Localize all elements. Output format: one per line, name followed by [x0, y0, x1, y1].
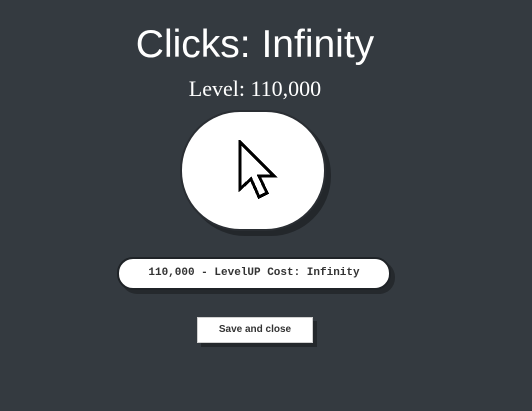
clicks-counter: Clicks: Infinity: [135, 23, 375, 66]
levelup-button[interactable]: 110,000 - LevelUP Cost: Infinity: [117, 257, 391, 290]
save-and-close-button[interactable]: Save and close: [197, 317, 313, 343]
mouse-pointer-icon: [238, 140, 278, 200]
level-display: Level: 110,000: [188, 76, 322, 101]
click-button[interactable]: [180, 110, 326, 231]
